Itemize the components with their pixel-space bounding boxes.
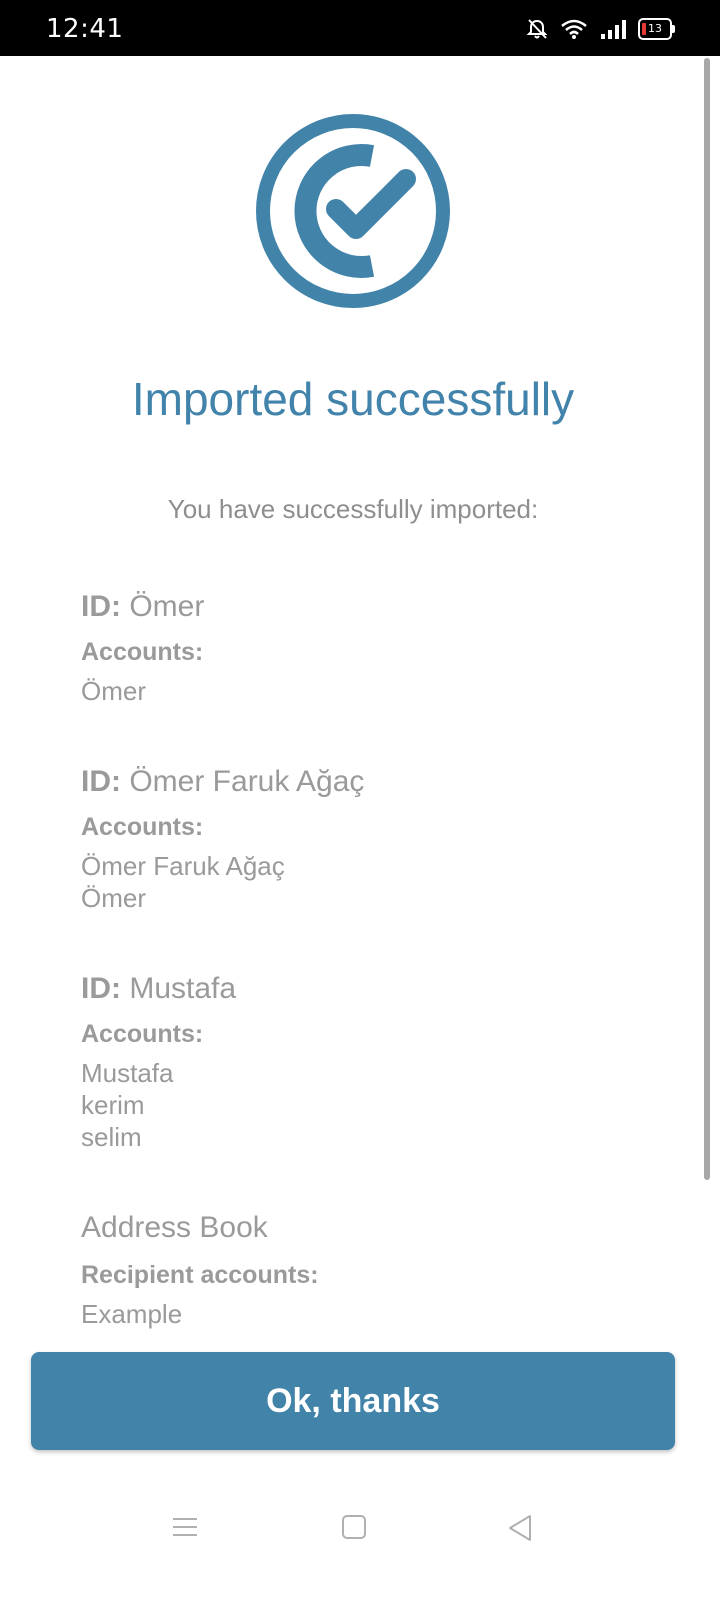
address-book-title: Address Book bbox=[81, 1211, 268, 1244]
subtitle: You have successfully imported: bbox=[167, 494, 539, 524]
wifi-icon bbox=[560, 18, 588, 40]
import-item: ID: Ömer Accounts: Ömer bbox=[81, 590, 661, 707]
account-item: kerim bbox=[81, 1090, 145, 1120]
scrollbar[interactable] bbox=[704, 58, 710, 1180]
accounts-label: Accounts: bbox=[81, 813, 204, 841]
status-bar: 12:41 13 bbox=[0, 0, 720, 56]
id-label: ID: bbox=[81, 972, 121, 1005]
imports-list: ID: Ömer Accounts: Ömer ID: Ömer Faruk A… bbox=[81, 590, 661, 1484]
import-item: ID: Mustafa Accounts: Mustafa kerim seli… bbox=[81, 972, 661, 1153]
home-square-icon[interactable] bbox=[339, 1512, 369, 1547]
id-label: ID: bbox=[81, 590, 121, 623]
account-item: Mustafa bbox=[81, 1058, 174, 1088]
account-item: selim bbox=[81, 1122, 142, 1152]
id-value: Mustafa bbox=[129, 972, 237, 1005]
id-value: Ömer bbox=[129, 590, 205, 623]
ok-thanks-button[interactable]: Ok, thanks bbox=[31, 1352, 675, 1450]
recipient-accounts-label: Recipient accounts: bbox=[81, 1261, 319, 1289]
bell-off-icon bbox=[526, 18, 548, 40]
recipient-item: Example bbox=[81, 1299, 183, 1329]
battery-icon: 13 bbox=[638, 18, 675, 40]
menu-icon[interactable] bbox=[170, 1512, 200, 1547]
signal-icon bbox=[600, 18, 626, 40]
navigation-bar bbox=[0, 1484, 720, 1600]
page-title: Imported successfully bbox=[131, 373, 575, 425]
id-line: ID: Ömer bbox=[81, 590, 661, 624]
accounts-label: Accounts: bbox=[81, 638, 204, 666]
account-item: Ömer bbox=[81, 883, 146, 913]
import-item: ID: Ömer Faruk Ağaç Accounts: Ömer Faruk… bbox=[81, 765, 661, 914]
status-time: 12:41 bbox=[46, 14, 124, 44]
account-item: Ömer Faruk Ağaç bbox=[81, 851, 285, 881]
id-value: Ömer Faruk Ağaç bbox=[129, 765, 365, 798]
account-item: Ömer bbox=[81, 676, 146, 706]
id-label: ID: bbox=[81, 765, 121, 798]
status-icons: 13 bbox=[526, 18, 675, 40]
id-line: ID: Ömer Faruk Ağaç bbox=[81, 765, 661, 799]
back-triangle-icon[interactable] bbox=[504, 1512, 536, 1549]
id-line: ID: Mustafa bbox=[81, 972, 661, 1006]
check-circle-icon bbox=[254, 112, 452, 310]
accounts-label: Accounts: bbox=[81, 1020, 204, 1048]
